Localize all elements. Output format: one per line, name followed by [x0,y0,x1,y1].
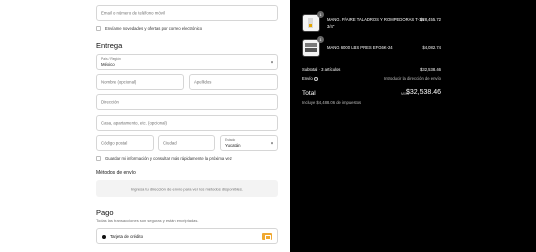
newsletter-checkbox[interactable] [96,26,101,31]
shipping-value: Introducir la dirección de envío [383,76,441,81]
postal-code-field[interactable]: Código postal [96,135,154,151]
item-price: $28,455.72 [420,17,441,22]
product-image-icon [308,18,313,28]
state-label: Estado [225,138,236,142]
last-name-field[interactable]: Apellidos [189,74,278,90]
payment-subtitle: Todas las transacciones son seguras y es… [96,218,199,223]
apartment-field[interactable]: Casa, apartamento, etc. (opcional) [96,115,278,131]
total-label: Total [302,90,316,97]
state-select[interactable]: Estado Yucatán ▾ [220,135,278,151]
checkout-form-panel: Email o número de teléfono móvil Envíame… [0,0,290,252]
item-price: $4,082.74 [422,45,441,50]
subtotal-label: Subtotal · 3 artículos [302,67,341,72]
chevron-down-icon: ▾ [270,140,273,146]
first-name-field[interactable]: Nombre (opcional) [96,74,184,90]
payment-option-label: Tarjeta de crédito [110,234,143,239]
delivery-title: Entrega [96,41,123,50]
country-value: México [101,62,115,67]
city-field[interactable]: Ciudad [158,135,215,151]
product-image-icon [305,43,317,52]
apartment-placeholder: Casa, apartamento, etc. (opcional) [101,120,167,126]
save-info-label: Guardar mi información y consultar más r… [105,156,232,161]
payment-title: Pago [96,208,114,217]
shipping-methods-notice: Ingresa tu dirección de envío para ver l… [96,180,278,197]
city-placeholder: Ciudad [163,140,177,146]
save-info-checkbox[interactable] [96,156,101,161]
email-field[interactable]: Email o número de teléfono móvil [96,5,278,21]
order-summary-panel: 1 MANG. P/AIRE TALADROS Y ROMPEDORAS T-1… [290,0,536,252]
state-value: Yucatán [225,143,241,148]
subtotal-value: $32,538.46 [420,67,441,72]
item-name-line2: 3/4" [327,24,335,29]
info-icon[interactable] [313,76,318,81]
first-name-placeholder: Nombre (opcional) [101,79,137,85]
total-value: $32,538.46 [405,89,441,96]
newsletter-label: Envíame novedades y ofertas por correo e… [105,26,203,31]
chevron-down-icon: ▾ [270,59,273,65]
quantity-badge: 1 [317,36,324,43]
credit-card-icon [262,233,272,240]
shipping-label: Envío [302,76,318,81]
address-placeholder: Dirección [101,99,119,105]
address-field[interactable]: Dirección [96,94,278,110]
payment-option-credit-card[interactable]: Tarjeta de crédito [96,228,278,244]
postal-code-placeholder: Código postal [101,140,128,146]
email-placeholder: Email o número de teléfono móvil [101,10,165,16]
country-label: País / Región [101,57,121,61]
item-name: MANG 6000 LBS PRES EFG6K-24 [327,45,393,50]
last-name-placeholder: Apellidos [194,79,212,85]
shipping-methods-title: Métodos de envío [96,170,136,176]
radio-selected-icon[interactable] [102,235,106,239]
taxes-note: Incluye $4,488.06 de impuestos [302,100,362,105]
shipping-methods-message: Ingresa tu dirección de envío para ver l… [130,186,244,191]
country-select[interactable]: País / Región México ▾ [96,54,278,70]
quantity-badge: 1 [317,11,324,18]
item-name: MANG. P/AIRE TALADROS Y ROMPEDORAS T-1A [327,17,425,22]
